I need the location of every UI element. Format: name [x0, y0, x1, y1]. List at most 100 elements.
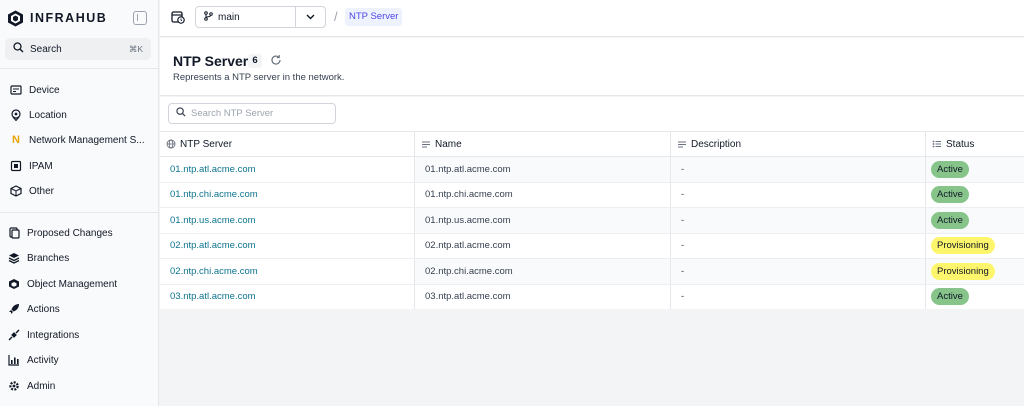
name-cell: 01.ntp.chi.acme.com [415, 182, 671, 207]
sidebar-item-ipam[interactable]: IPAM [10, 156, 155, 176]
branch-selector[interactable]: main [195, 6, 326, 28]
layers-icon [8, 252, 20, 264]
status-cell: Active [926, 208, 1024, 233]
column-header-description[interactable]: Description [671, 132, 926, 156]
device-icon [10, 84, 22, 96]
sidebar-item-label: Integrations [27, 329, 80, 341]
status-badge: Active [931, 186, 969, 204]
sidebar-item-device[interactable]: Device [10, 80, 155, 100]
column-header-ntp-server[interactable]: NTP Server [160, 132, 415, 156]
location-pin-icon [10, 109, 22, 121]
globe-icon [166, 139, 176, 149]
ntp-server-link[interactable]: 02.ntp.atl.acme.com [160, 233, 415, 258]
column-header-status[interactable]: Status [926, 132, 1024, 156]
name-cell: 02.ntp.atl.acme.com [415, 233, 671, 258]
search-input[interactable] [191, 108, 331, 119]
status-badge: Provisioning [931, 262, 995, 280]
gear-icon [8, 380, 20, 392]
chevron-down-icon [306, 12, 315, 23]
status-cell: Active [926, 157, 1024, 182]
table-row[interactable]: 02.ntp.chi.acme.com 02.ntp.chi.acme.com … [160, 259, 1024, 285]
sidebar: INFRAHUB Search ⌘K Device Location N Net… [0, 0, 159, 406]
top-bar: main / NTP Server [160, 0, 1024, 37]
branch-name: main [218, 11, 240, 23]
network-n-icon: N [12, 134, 20, 146]
sidebar-item-label: Branches [27, 252, 70, 264]
sidebar-item-label: Other [29, 185, 55, 197]
git-branch-icon [204, 10, 213, 24]
column-header-label: NTP Server [180, 138, 233, 150]
sidebar-search-label: Search [30, 43, 62, 55]
divider [0, 68, 158, 69]
table-row[interactable]: 03.ntp.atl.acme.com 03.ntp.atl.acme.com … [160, 284, 1024, 310]
status-badge: Active [931, 160, 969, 178]
search-icon [176, 107, 186, 120]
refresh-icon[interactable] [270, 54, 282, 66]
cube-icon [10, 185, 22, 197]
branch-current[interactable]: main [196, 7, 296, 27]
table-row[interactable]: 01.ntp.us.acme.com 01.ntp.us.acme.com - … [160, 208, 1024, 234]
sidebar-item-object-management[interactable]: Object Management [8, 274, 153, 294]
empty-area [160, 309, 1024, 406]
plug-icon [8, 329, 20, 341]
name-cell: 01.ntp.us.acme.com [415, 208, 671, 233]
logo[interactable]: INFRAHUB [7, 8, 152, 28]
table-row[interactable]: 01.ntp.chi.acme.com 01.ntp.chi.acme.com … [160, 182, 1024, 208]
sidebar-item-label: Admin [27, 380, 56, 392]
description-cell: - [671, 259, 926, 284]
ntp-server-link[interactable]: 03.ntp.atl.acme.com [160, 284, 415, 309]
data-table: NTP Server Name Description Status 01.nt… [160, 131, 1024, 310]
table-body: 01.ntp.atl.acme.com 01.ntp.atl.acme.com … [160, 157, 1024, 310]
calendar-clock-icon[interactable] [171, 10, 185, 24]
sidebar-item-proposed-changes[interactable]: Proposed Changes [8, 223, 153, 243]
ipam-icon [10, 160, 22, 172]
ntp-server-link[interactable]: 01.ntp.chi.acme.com [160, 182, 415, 207]
sidebar-search-button[interactable]: Search ⌘K [5, 38, 151, 60]
sidebar-item-label: Actions [27, 303, 60, 315]
column-header-label: Name [435, 138, 462, 150]
collapse-sidebar-icon[interactable] [133, 11, 147, 25]
page-title: NTP Server [173, 53, 249, 69]
search-field[interactable] [168, 103, 336, 124]
text-lines-icon [421, 139, 431, 149]
status-cell: Provisioning [926, 259, 1024, 284]
sidebar-item-label: Location [29, 109, 67, 121]
divider [0, 212, 158, 213]
sidebar-item-label: Activity [27, 354, 59, 366]
sidebar-item-label: Device [29, 84, 60, 96]
sidebar-item-branches[interactable]: Branches [8, 248, 153, 268]
ntp-server-link[interactable]: 01.ntp.us.acme.com [160, 208, 415, 233]
table-row[interactable]: 02.ntp.atl.acme.com 02.ntp.atl.acme.com … [160, 233, 1024, 259]
table-row[interactable]: 01.ntp.atl.acme.com 01.ntp.atl.acme.com … [160, 157, 1024, 183]
status-cell: Provisioning [926, 234, 1024, 259]
ntp-server-link[interactable]: 01.ntp.atl.acme.com [160, 157, 415, 182]
sidebar-item-integrations[interactable]: Integrations [8, 325, 153, 345]
ntp-server-link[interactable]: 02.ntp.chi.acme.com [160, 259, 415, 284]
name-cell: 02.ntp.chi.acme.com [415, 259, 671, 284]
search-icon [13, 42, 24, 56]
breadcrumb-current[interactable]: NTP Server [345, 8, 403, 26]
count-badge: 6 [248, 54, 262, 68]
sidebar-item-other[interactable]: Other [10, 181, 155, 201]
sidebar-item-location[interactable]: Location [10, 105, 155, 125]
sidebar-item-label: Network Management S... [29, 134, 145, 146]
sidebar-item-admin[interactable]: Admin [8, 376, 153, 396]
sidebar-item-actions[interactable]: Actions [8, 299, 153, 319]
proposed-changes-icon [8, 227, 20, 239]
description-cell: - [671, 182, 926, 207]
sidebar-item-activity[interactable]: Activity [8, 350, 153, 370]
list-icon [932, 139, 942, 149]
sidebar-item-network-management[interactable]: N Network Management S... [10, 130, 155, 150]
text-lines-icon [677, 139, 687, 149]
sidebar-item-label: Object Management [27, 278, 118, 290]
table-header: NTP Server Name Description Status [160, 131, 1024, 157]
status-badge: Active [931, 288, 969, 306]
breadcrumb-separator: / [334, 9, 338, 24]
filter-row [160, 97, 1024, 131]
status-cell: Active [926, 183, 1024, 208]
name-cell: 03.ntp.atl.acme.com [415, 284, 671, 309]
column-header-label: Description [691, 138, 742, 150]
branch-dropdown-toggle[interactable] [296, 12, 325, 23]
description-cell: - [671, 233, 926, 258]
column-header-name[interactable]: Name [415, 132, 671, 156]
